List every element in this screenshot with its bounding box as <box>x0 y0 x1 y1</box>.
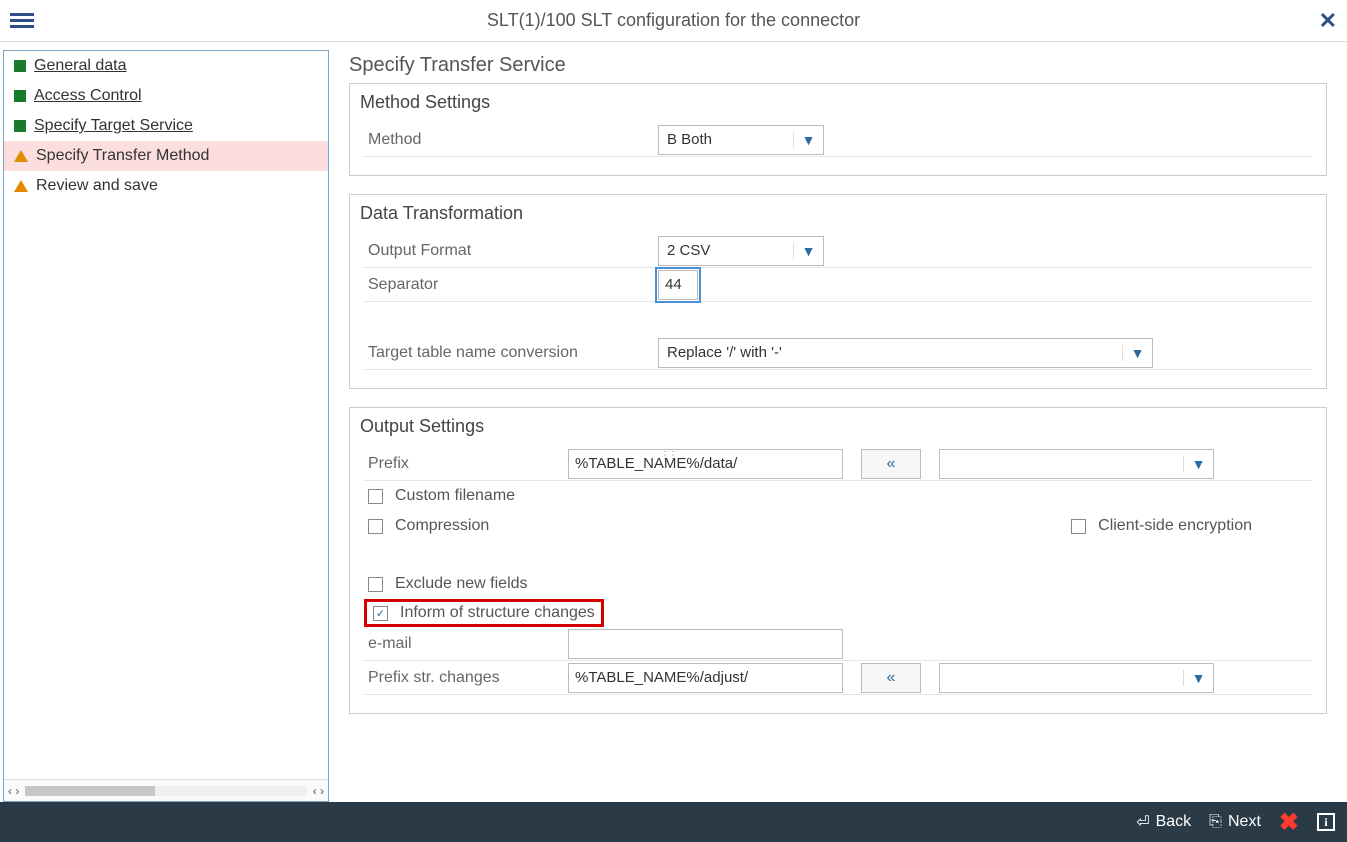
chevron-down-icon: ▼ <box>1183 456 1213 472</box>
prefix-str-label: Prefix str. changes <box>368 669 568 687</box>
status-done-icon <box>14 60 26 72</box>
scroll-right-icon[interactable]: ‹ › <box>313 784 324 798</box>
method-settings-panel: Method Settings Method B Both ▼ <box>349 83 1327 176</box>
email-label: e-mail <box>368 635 568 653</box>
scroll-left-icon[interactable]: ‹ › <box>8 784 19 798</box>
target-table-label: Target table name conversion <box>368 344 658 362</box>
sidebar-item-general-data[interactable]: General data <box>4 51 328 81</box>
sidebar-item-specify-target-service[interactable]: Specify Target Service <box>4 111 328 141</box>
next-label: Next <box>1228 813 1261 831</box>
select-value: Replace '/' with '-' <box>659 344 1122 361</box>
scrollbar-thumb[interactable] <box>25 786 155 796</box>
sidebar-scrollbar[interactable]: ‹ › ‹ › <box>4 779 328 801</box>
rewind-button[interactable]: « <box>861 449 921 479</box>
window-title: SLT(1)/100 SLT configuration for the con… <box>0 10 1347 31</box>
inform-structure-highlight: ✓ Inform of structure changes <box>364 599 604 627</box>
data-transformation-panel: Data Transformation Output Format 2 CSV … <box>349 194 1327 389</box>
method-select[interactable]: B Both ▼ <box>658 125 824 155</box>
sidebar-item-access-control[interactable]: Access Control <box>4 81 328 111</box>
custom-filename-label: Custom filename <box>395 487 515 505</box>
prefix-str-select[interactable]: ▼ <box>939 663 1214 693</box>
email-input[interactable] <box>568 629 843 659</box>
status-warn-icon <box>14 150 28 162</box>
select-value: B Both <box>659 131 793 148</box>
sidebar-item-review-and-save[interactable]: Review and save <box>4 171 328 201</box>
close-icon[interactable]: ✕ <box>1319 8 1337 34</box>
panel-title: Data Transformation <box>350 195 1326 230</box>
select-value: 2 CSV <box>659 242 793 259</box>
client-encryption-label: Client-side encryption <box>1098 517 1252 535</box>
compression-checkbox[interactable] <box>368 519 383 534</box>
exit-icon: ⎘ <box>1209 813 1222 831</box>
sidebar-item-label: Specify Target Service <box>34 117 193 135</box>
sidebar-item-label: General data <box>34 57 127 75</box>
chevron-down-icon: ▼ <box>1122 345 1152 361</box>
exclude-new-fields-checkbox[interactable] <box>368 577 383 592</box>
rewind-button-2[interactable]: « <box>861 663 921 693</box>
sidebar-item-label: Specify Transfer Method <box>36 147 209 165</box>
status-warn-icon <box>14 180 28 192</box>
panel-title: Output Settings <box>350 408 1326 443</box>
exclude-new-fields-label: Exclude new fields <box>395 575 528 593</box>
output-format-label: Output Format <box>368 242 658 260</box>
return-icon: ⏎ <box>1136 812 1149 832</box>
separator-label: Separator <box>368 276 658 294</box>
wizard-sidebar: General data Access Control Specify Targ… <box>3 50 329 802</box>
client-encryption-checkbox[interactable] <box>1071 519 1086 534</box>
page-title: Specify Transfer Service <box>349 54 1327 77</box>
prefix-str-input[interactable] <box>568 663 843 693</box>
status-done-icon <box>14 120 26 132</box>
status-done-icon <box>14 90 26 102</box>
output-settings-panel: Output Settings Prefix « ▼ Custo <box>349 407 1327 714</box>
cancel-x-icon: ✖ <box>1279 808 1299 837</box>
info-button[interactable]: i <box>1317 813 1335 831</box>
compression-label: Compression <box>395 517 489 535</box>
back-button[interactable]: ⏎ Back <box>1136 812 1191 832</box>
sidebar-item-label: Review and save <box>36 177 158 195</box>
double-chevron-left-icon: « <box>887 669 896 687</box>
custom-filename-checkbox[interactable] <box>368 489 383 504</box>
chevron-down-icon: ▼ <box>1183 670 1213 686</box>
back-label: Back <box>1156 813 1192 831</box>
main-content: ⋮⋮ Specify Transfer Service Method Setti… <box>329 42 1347 802</box>
prefix-label: Prefix <box>368 455 568 473</box>
splitter-handle-icon[interactable]: ⋮⋮ <box>660 450 676 461</box>
inform-structure-checkbox[interactable]: ✓ <box>373 606 388 621</box>
info-icon: i <box>1317 813 1335 831</box>
sidebar-item-specify-transfer-method[interactable]: Specify Transfer Method <box>4 141 328 171</box>
footer-bar: ⏎ Back ⎘ Next ✖ i <box>0 802 1347 842</box>
sidebar-item-label: Access Control <box>34 87 142 105</box>
method-label: Method <box>368 131 658 149</box>
target-table-select[interactable]: Replace '/' with '-' ▼ <box>658 338 1153 368</box>
panel-title: Method Settings <box>350 84 1326 119</box>
prefix-input[interactable] <box>568 449 843 479</box>
hamburger-icon[interactable] <box>10 9 34 33</box>
top-bar: SLT(1)/100 SLT configuration for the con… <box>0 0 1347 42</box>
scrollbar-track[interactable] <box>25 786 306 796</box>
prefix-select[interactable]: ▼ <box>939 449 1214 479</box>
double-chevron-left-icon: « <box>887 455 896 473</box>
next-button[interactable]: ⎘ Next <box>1209 813 1261 831</box>
chevron-down-icon: ▼ <box>793 132 823 148</box>
cancel-button[interactable]: ✖ <box>1279 808 1299 837</box>
chevron-down-icon: ▼ <box>793 243 823 259</box>
separator-input[interactable] <box>658 270 698 300</box>
output-format-select[interactable]: 2 CSV ▼ <box>658 236 824 266</box>
inform-structure-label: Inform of structure changes <box>400 604 595 622</box>
